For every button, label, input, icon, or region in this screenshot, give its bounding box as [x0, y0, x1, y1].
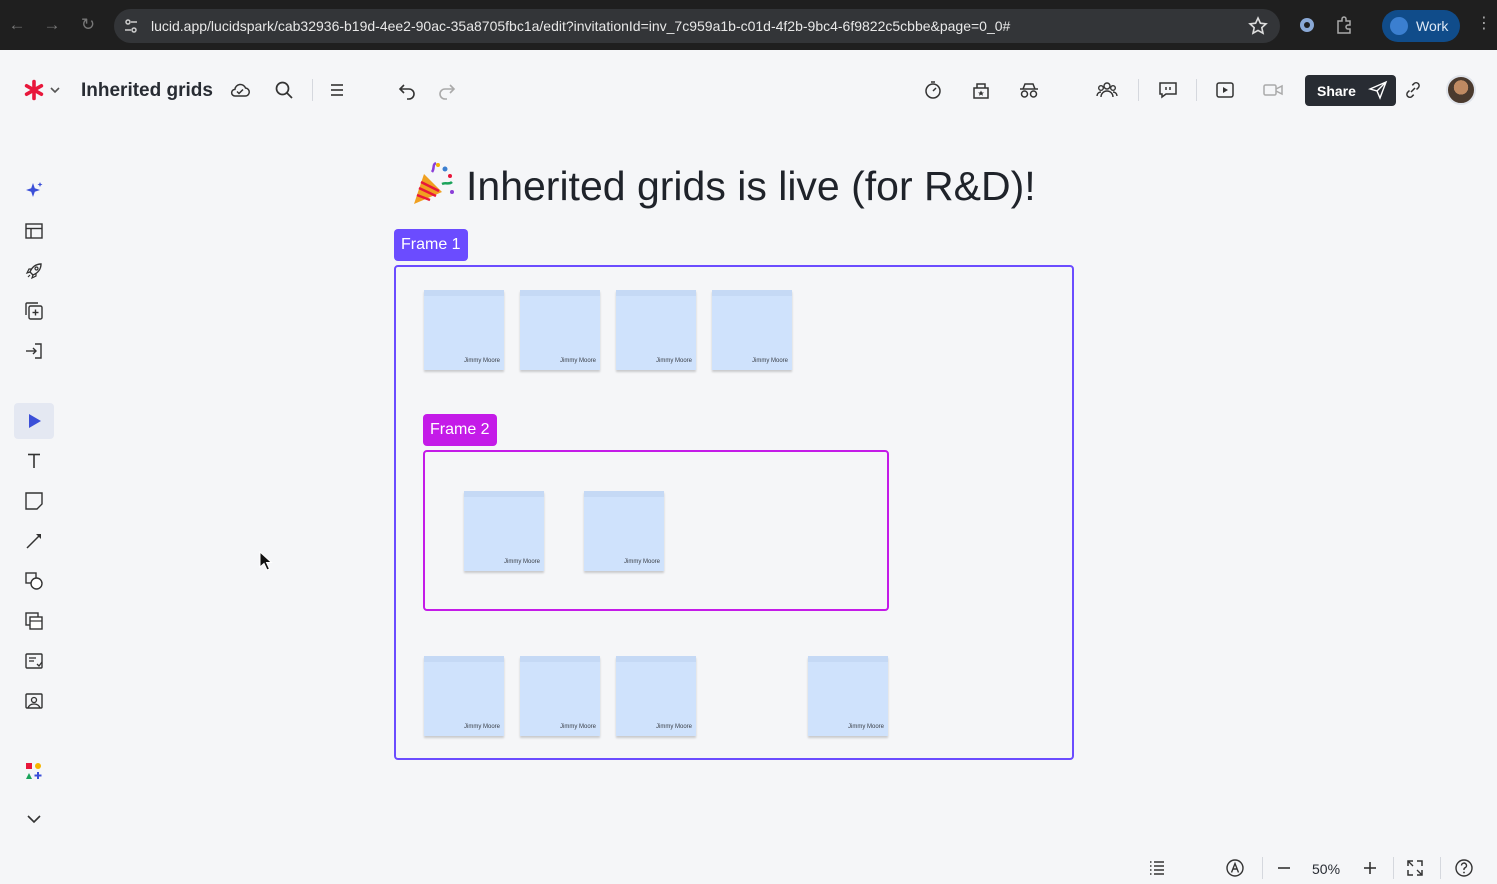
pointer-icon	[29, 414, 41, 428]
help-icon	[1455, 859, 1473, 877]
browser-chrome: ← → ↻ lucid.app/lucidspark/cab32936-b19d…	[0, 0, 1497, 50]
collaborators-icon[interactable]	[1093, 76, 1121, 104]
toolbar-divider	[1138, 79, 1139, 101]
image-icon	[25, 693, 43, 709]
line-tool-button[interactable]	[14, 523, 54, 559]
sticky-note[interactable]: Jimmy Moore	[712, 290, 792, 370]
forward-icon[interactable]: →	[41, 14, 63, 36]
user-avatar[interactable]	[1446, 75, 1476, 105]
sticky-note[interactable]: Jimmy Moore	[464, 491, 544, 571]
sticky-note[interactable]: Jimmy Moore	[808, 656, 888, 736]
bookmark-star-icon[interactable]	[1248, 16, 1268, 36]
import-button[interactable]	[14, 333, 54, 369]
url-text[interactable]: lucid.app/lucidspark/cab32936-b19d-4ee2-…	[151, 18, 1010, 34]
reload-icon[interactable]: ↻	[77, 14, 99, 36]
timer-icon[interactable]	[919, 76, 947, 104]
add-frame-button[interactable]	[14, 293, 54, 329]
lucid-logo-icon[interactable]	[20, 76, 48, 104]
add-frame-icon	[25, 302, 43, 320]
back-icon[interactable]: ←	[6, 14, 28, 36]
help-button[interactable]	[1451, 855, 1477, 881]
image-tool-button[interactable]	[14, 683, 54, 719]
more-tools-button[interactable]	[14, 801, 54, 837]
zoom-out-button[interactable]	[1271, 855, 1297, 881]
table-icon	[25, 223, 43, 239]
address-bar[interactable]: lucid.app/lucidspark/cab32936-b19d-4ee2-…	[114, 9, 1280, 43]
sticky-note[interactable]: Jimmy Moore	[520, 656, 600, 736]
sticky-note[interactable]: Jimmy Moore	[520, 290, 600, 370]
search-icon[interactable]	[270, 76, 298, 104]
minus-icon	[1278, 867, 1290, 869]
apps-icon	[26, 763, 42, 779]
sticky-note[interactable]: Jimmy Moore	[424, 656, 504, 736]
undo-icon[interactable]	[393, 76, 421, 104]
shapes-tool-button[interactable]	[14, 563, 54, 599]
text-tool-button[interactable]	[14, 443, 54, 479]
comments-icon[interactable]	[1154, 76, 1182, 104]
rocket-icon	[25, 263, 42, 280]
line-icon	[26, 534, 41, 549]
site-settings-icon[interactable]	[122, 17, 140, 35]
bottom-divider	[1393, 857, 1394, 879]
bottom-divider	[1440, 857, 1441, 879]
hamburger-menu-icon[interactable]	[323, 76, 351, 104]
sticky-note[interactable]: Jimmy Moore	[616, 656, 696, 736]
toolbar-divider	[1196, 79, 1197, 101]
frame2-label[interactable]: Frame 2	[423, 414, 497, 446]
plus-icon	[1364, 862, 1376, 874]
document-title[interactable]: Inherited grids	[81, 80, 213, 102]
sparkle-icon	[26, 182, 43, 197]
browser-menu-icon[interactable]: ⋮	[1476, 16, 1492, 32]
quick-start-button[interactable]	[14, 253, 54, 289]
mouse-cursor-icon	[259, 551, 273, 571]
shapes-icon	[25, 572, 43, 590]
voting-icon[interactable]	[967, 76, 995, 104]
send-icon	[1368, 80, 1388, 100]
share-button[interactable]: Share	[1305, 75, 1396, 106]
private-mode-icon[interactable]	[1015, 76, 1043, 104]
sticky-note[interactable]: Jimmy Moore	[616, 290, 696, 370]
frame1-label[interactable]: Frame 1	[394, 229, 468, 261]
cloud-saved-icon[interactable]	[226, 76, 254, 104]
video-call-icon[interactable]	[1259, 76, 1287, 104]
containers-tool-button[interactable]	[14, 603, 54, 639]
import-icon	[26, 343, 42, 359]
present-icon[interactable]	[1211, 76, 1239, 104]
accessibility-button[interactable]	[1222, 855, 1248, 881]
a11y-icon	[1226, 859, 1244, 877]
select-tool-button[interactable]	[14, 403, 54, 439]
bottom-divider	[1262, 857, 1263, 879]
text-icon	[28, 453, 40, 468]
fit-to-screen-button[interactable]	[1402, 855, 1428, 881]
extensions-puzzle-icon[interactable]	[1334, 15, 1354, 35]
containers-icon	[25, 612, 43, 630]
extension-icon[interactable]	[1297, 15, 1317, 35]
sticky-note[interactable]: Jimmy Moore	[424, 290, 504, 370]
fullscreen-icon	[1407, 860, 1423, 876]
templates-tool-button[interactable]	[14, 643, 54, 679]
ai-sparkle-button[interactable]	[14, 173, 54, 209]
profile-work-button[interactable]: Work	[1382, 10, 1460, 42]
board-title[interactable]: Inherited grids is live (for R&D)!	[408, 160, 1036, 210]
logo-menu-chevron-icon[interactable]	[46, 78, 64, 102]
profile-icon	[1390, 17, 1408, 35]
sticky-note[interactable]: Jimmy Moore	[584, 491, 664, 571]
redo-icon[interactable]	[433, 76, 461, 104]
templates-icon	[25, 653, 43, 669]
zoom-in-button[interactable]	[1357, 855, 1383, 881]
sticky-note-icon	[25, 492, 43, 510]
table-button[interactable]	[14, 213, 54, 249]
zoom-level[interactable]: 50%	[1312, 861, 1340, 877]
app-toolbar: Inherited grids Share	[0, 50, 1497, 130]
outline-button[interactable]	[1144, 855, 1170, 881]
party-popper-icon	[414, 161, 454, 204]
link-icon[interactable]	[1399, 76, 1427, 104]
toolbar-divider	[312, 79, 313, 101]
chevron-down-icon	[27, 815, 41, 824]
list-icon	[1150, 861, 1164, 875]
sticky-note-tool-button[interactable]	[14, 483, 54, 519]
apps-button[interactable]	[14, 753, 54, 789]
